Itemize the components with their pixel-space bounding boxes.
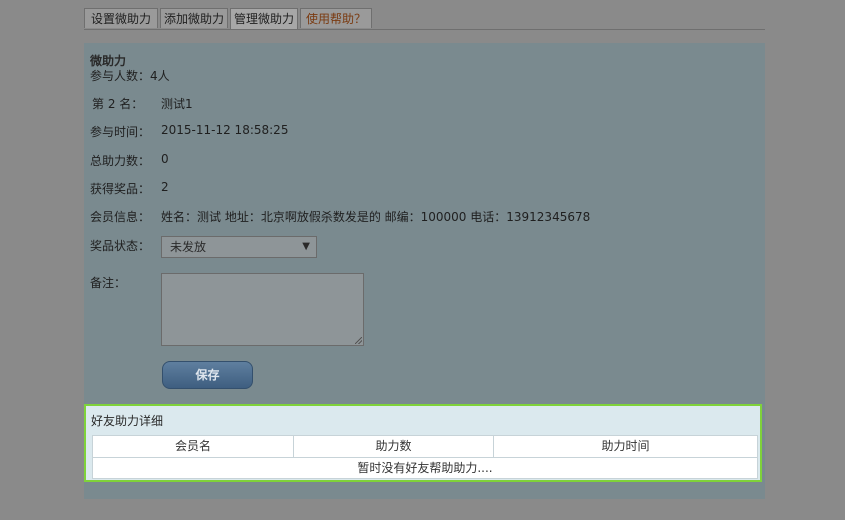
remark-label: 备注： <box>90 276 127 290</box>
column-header-help-count: 助力数 <box>294 436 494 457</box>
tab-divider <box>84 29 765 30</box>
total-help-label: 总助力数： <box>90 154 151 168</box>
prize-status-select[interactable]: 未发放 ▼ <box>161 236 317 258</box>
prize-status-label: 奖品状态： <box>90 239 151 253</box>
prize-status-selected: 未发放 <box>170 240 207 254</box>
participants-count: 参与人数：4人 <box>90 69 170 83</box>
join-time-label: 参与时间： <box>90 125 151 139</box>
rank-value: 测试1 <box>161 97 193 111</box>
friends-help-table: 会员名 助力数 助力时间 暂时没有好友帮助助力.... <box>92 435 758 479</box>
rank-label: 第 2 名： <box>92 97 144 111</box>
tab-help[interactable]: 使用帮助？ <box>300 8 372 28</box>
tab-manage[interactable]: 管理微助力 <box>230 8 298 30</box>
remark-textarea[interactable] <box>161 273 364 346</box>
tab-settings[interactable]: 设置微助力 <box>84 8 158 28</box>
friends-help-box: 好友助力详细 会员名 助力数 助力时间 暂时没有好友帮助助力.... <box>84 404 762 482</box>
save-button[interactable]: 保存 <box>162 361 253 389</box>
total-help-value: 0 <box>161 152 169 166</box>
friends-help-title: 好友助力详细 <box>91 414 164 428</box>
prize-label: 获得奖品： <box>90 182 151 196</box>
resize-grip-icon[interactable] <box>355 337 362 344</box>
member-info-label: 会员信息： <box>90 210 151 224</box>
join-time-value: 2015-11-12 18:58:25 <box>161 123 289 137</box>
chevron-down-icon: ▼ <box>302 241 310 252</box>
empty-message: 暂时没有好友帮助助力.... <box>357 461 493 475</box>
column-header-help-time: 助力时间 <box>601 439 650 453</box>
tab-add[interactable]: 添加微助力 <box>160 8 228 28</box>
member-info-value: 姓名：测试 地址：北京啊放假杀数发是的 邮编：100000 电话：1391234… <box>161 210 591 224</box>
column-header-member: 会员名 <box>93 436 294 457</box>
prize-value: 2 <box>161 180 169 194</box>
